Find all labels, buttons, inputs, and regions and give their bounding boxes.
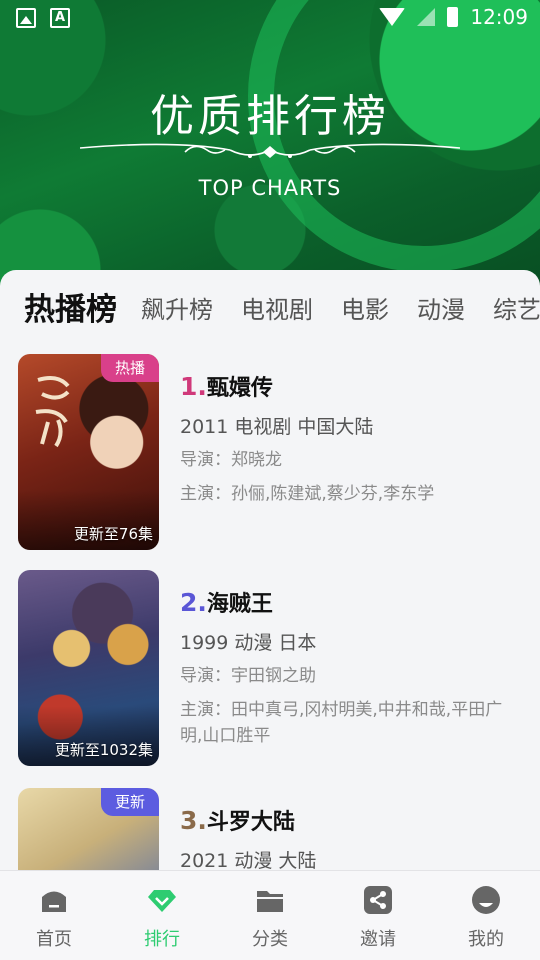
page-subtitle: TOP CHARTS <box>198 176 342 200</box>
poster-image[interactable]: 热播 更新至76集 <box>18 354 159 550</box>
app-notification-icon: A <box>50 8 70 28</box>
calligraphy-title-icon <box>35 376 70 448</box>
signal-icon <box>417 8 436 26</box>
item-meta: 2021 动漫 大陆 <box>180 850 317 870</box>
bottom-navigation: 首页 排行 分类 邀请 我的 <box>0 870 540 960</box>
status-badge: 热播 <box>100 354 159 382</box>
status-badge: 更新 <box>100 788 159 816</box>
ornament-divider-icon <box>80 143 460 158</box>
poster-image[interactable]: 更新 <box>18 788 159 870</box>
nav-label: 排行 <box>144 929 180 950</box>
item-title[interactable]: 1.甄嬛传 <box>180 370 524 406</box>
wifi-icon <box>379 8 406 26</box>
title-text: 甄嬛传 <box>206 376 273 401</box>
nav-invite[interactable]: 邀请 <box>324 871 432 960</box>
status-bar: A 12:09 <box>0 0 540 38</box>
item-meta: 2011 电视剧 中国大陆 <box>180 416 374 438</box>
nav-label: 我的 <box>468 929 504 950</box>
tab-hot[interactable]: 热播榜 <box>24 290 117 330</box>
title-text: 海贼王 <box>206 592 273 617</box>
tab-anime[interactable]: 动漫 <box>417 290 465 330</box>
share-icon <box>364 886 392 914</box>
item-cast: 主演：田中真弓,冈村明美,中井和哉,平田广明,山口胜平 <box>180 700 503 746</box>
list-item[interactable]: 更新至1032集 2.海贼王 1999 动漫 日本 导演：宇田钢之助 主演：田中… <box>18 570 522 766</box>
tab-tv-series[interactable]: 电视剧 <box>241 290 313 330</box>
list-item[interactable]: 更新 3.斗罗大陆 2021 动漫 大陆 <box>18 788 522 870</box>
rank-number: 1. <box>180 372 207 401</box>
hero-banner: A 12:09 优质排行榜 TOP CHARTS <box>0 0 540 300</box>
folder-icon <box>257 891 283 912</box>
nav-home[interactable]: 首页 <box>0 871 108 960</box>
item-title[interactable]: 2.海贼王 <box>180 586 524 622</box>
gallery-notification-icon <box>16 8 36 28</box>
episode-count: 更新至1032集 <box>54 741 153 759</box>
nav-ranking[interactable]: 排行 <box>108 871 216 960</box>
nav-label: 首页 <box>36 929 72 950</box>
nav-category[interactable]: 分类 <box>216 871 324 960</box>
status-time: 12:09 <box>470 5 528 29</box>
item-meta: 1999 动漫 日本 <box>180 632 317 654</box>
tab-movie[interactable]: 电影 <box>341 290 389 330</box>
poster-image[interactable]: 更新至1032集 <box>18 570 159 766</box>
nav-profile[interactable]: 我的 <box>432 871 540 960</box>
page-title: 优质排行榜 <box>150 91 390 142</box>
title-text: 斗罗大陆 <box>206 810 295 835</box>
ranking-sheet: 热播榜 飙升榜 电视剧 电影 动漫 综艺 热播 更新至76集 1.甄嬛传 201… <box>0 270 540 870</box>
nav-label: 分类 <box>252 929 288 950</box>
category-tabs: 热播榜 飙升榜 电视剧 电影 动漫 综艺 <box>0 286 540 330</box>
tab-rising[interactable]: 飙升榜 <box>141 290 213 330</box>
list-item[interactable]: 热播 更新至76集 1.甄嬛传 2011 电视剧 中国大陆 导演：郑晓龙 主演：… <box>18 354 522 550</box>
rank-number: 2. <box>180 588 207 617</box>
episode-count: 更新至76集 <box>73 525 153 543</box>
tab-variety[interactable]: 综艺 <box>493 290 540 330</box>
battery-icon <box>447 7 459 27</box>
rank-number: 3. <box>180 806 207 835</box>
home-icon <box>42 891 66 912</box>
diamond-icon <box>148 890 176 912</box>
profile-icon <box>472 886 500 914</box>
nav-label: 邀请 <box>360 929 396 950</box>
item-director: 导演：宇田钢之助 <box>180 666 316 686</box>
item-cast: 主演：孙俪,陈建斌,蔡少芬,李东学 <box>180 484 435 504</box>
item-title[interactable]: 3.斗罗大陆 <box>180 804 524 840</box>
item-director: 导演：郑晓龙 <box>180 450 282 470</box>
